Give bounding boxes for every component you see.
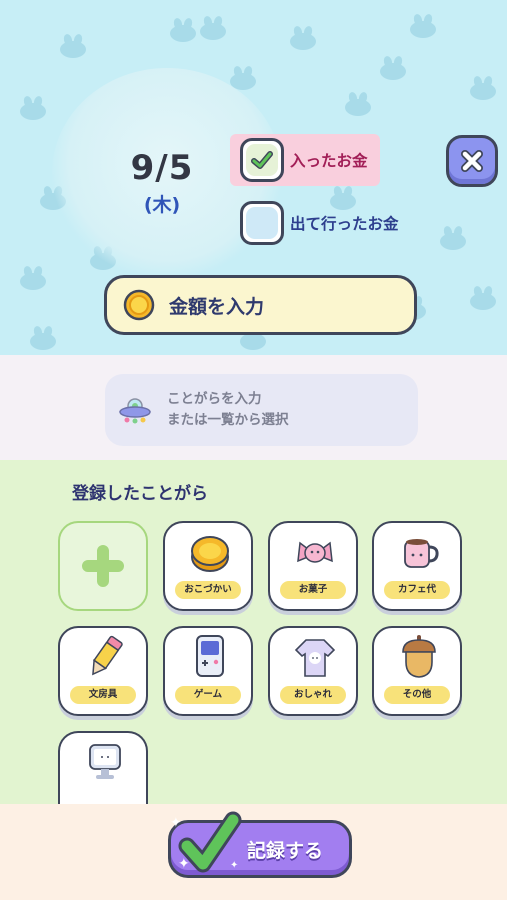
item-input[interactable]: ことがらを入力 または一覧から選択 — [105, 374, 418, 446]
item-label: お菓子 — [280, 581, 346, 599]
mug-icon — [404, 539, 439, 568]
item-tile-partial[interactable] — [58, 731, 148, 804]
income-label: 入ったお金 — [290, 152, 368, 170]
date-text: 9/5 — [130, 148, 194, 188]
computer-icon — [89, 744, 121, 779]
bunny-pattern-icon — [170, 17, 196, 42]
coin-icon — [191, 536, 229, 572]
sparkle-icon: ✦ — [178, 856, 190, 872]
bunny-pattern-icon — [410, 13, 436, 38]
item-label: 文房具 — [70, 686, 136, 704]
add-item-button[interactable] — [58, 521, 148, 611]
plus-icon — [82, 545, 124, 587]
item-tile-games[interactable]: ゲーム — [163, 626, 253, 716]
pencil-icon — [92, 635, 123, 676]
game-console-icon — [196, 635, 224, 677]
item-label: おこづかい — [175, 581, 241, 599]
bunny-pattern-icon — [440, 225, 466, 250]
bunny-pattern-icon — [470, 75, 496, 100]
bunny-pattern-icon — [60, 33, 86, 58]
item-label: その他 — [384, 686, 450, 704]
item-tile-cafe[interactable]: カフェ代 — [372, 521, 462, 611]
ufo-icon — [119, 398, 151, 424]
expense-label: 出て行ったお金 — [290, 215, 399, 233]
sweater-icon — [294, 639, 336, 677]
item-label: おしゃれ — [280, 686, 346, 704]
record-button-label: 記録する — [247, 839, 324, 862]
bunny-pattern-icon — [20, 95, 46, 120]
bunny-pattern-icon — [345, 91, 371, 116]
close-button[interactable] — [446, 135, 498, 187]
item-input-placeholder: ことがらを入力 — [167, 391, 262, 407]
amount-label: 金額を入力 — [169, 295, 265, 318]
income-option[interactable]: 入ったお金 — [230, 134, 380, 186]
item-label: カフェ代 — [384, 581, 450, 599]
item-tile-stationery[interactable]: 文房具 — [58, 626, 148, 716]
bunny-pattern-icon — [290, 25, 316, 50]
acorn-icon — [402, 635, 436, 678]
income-checkbox[interactable] — [240, 138, 284, 182]
item-input-hint: または一覧から選択 — [167, 412, 289, 428]
expense-option[interactable]: 出て行ったお金 — [230, 197, 420, 249]
registered-items-title: 登録したことがら — [72, 484, 208, 504]
checkmark-icon — [251, 151, 273, 169]
bunny-pattern-icon — [470, 285, 496, 310]
bunny-pattern-icon — [200, 15, 226, 40]
item-tile-snacks[interactable]: お菓子 — [268, 521, 358, 611]
candy-icon — [297, 541, 333, 563]
bunny-pattern-icon — [30, 325, 56, 350]
sparkle-icon: ✦ — [230, 860, 239, 871]
weekday-text: (木) — [143, 194, 181, 216]
expense-checkbox[interactable] — [240, 201, 284, 245]
coin-icon — [123, 289, 155, 321]
item-label: ゲーム — [175, 686, 241, 704]
close-icon — [461, 150, 483, 172]
item-tile-fashion[interactable]: おしゃれ — [268, 626, 358, 716]
sparkle-icon: ✦ — [170, 815, 182, 831]
amount-input[interactable]: 金額を入力 — [104, 275, 417, 335]
date-display: 9/5 (木) — [122, 148, 202, 217]
item-tile-allowance[interactable]: おこづかい — [163, 521, 253, 611]
bunny-pattern-icon — [380, 55, 406, 80]
bunny-pattern-icon — [20, 265, 46, 290]
item-tile-other[interactable]: その他 — [372, 626, 462, 716]
